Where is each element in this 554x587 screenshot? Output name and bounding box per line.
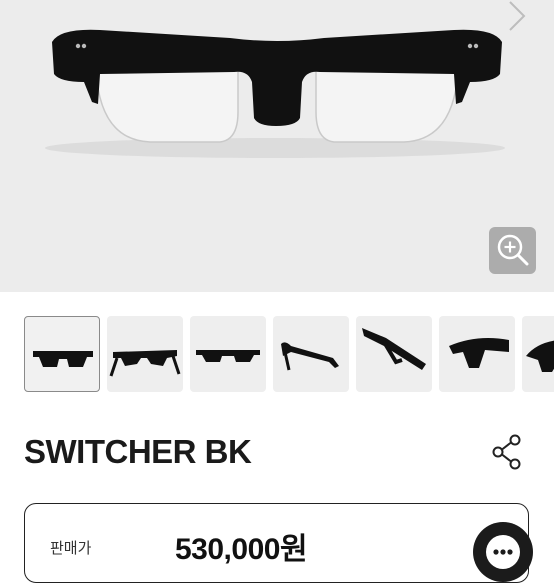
thumbnail-1[interactable] (24, 316, 100, 392)
zoom-in-icon (497, 234, 529, 266)
glasses-front-thumbnail (196, 350, 260, 362)
glasses-image (45, 29, 505, 158)
glasses-side-thumbnail (362, 328, 426, 370)
chat-icon (486, 535, 520, 569)
glasses-closeup-thumbnail (449, 338, 509, 368)
thumbnail-4[interactable] (273, 316, 349, 392)
product-main-image (0, 0, 554, 292)
share-icon (492, 434, 521, 470)
chevron-right-icon[interactable] (504, 0, 528, 34)
thumbnail-2[interactable] (107, 316, 183, 392)
zoom-button[interactable] (489, 227, 536, 274)
product-title: SWITCHER BK (24, 433, 252, 470)
price-value: 530,000원 (175, 533, 308, 566)
price-label: 판매가 (50, 540, 92, 557)
thumbnail-5[interactable] (356, 316, 432, 392)
glasses-front-thumbnail (33, 351, 93, 367)
chat-button[interactable] (473, 522, 533, 582)
glasses-side-thumbnail (281, 342, 339, 371)
glasses-angle-thumbnail (109, 350, 181, 377)
thumbnail-6[interactable] (439, 316, 515, 392)
glasses-closeup-thumbnail (526, 340, 554, 372)
thumbnail-3[interactable] (190, 316, 266, 392)
thumbnail-strip (24, 316, 554, 394)
price-box: 판매가 530,000원 (24, 503, 529, 583)
thumbnail-7[interactable] (522, 316, 554, 392)
share-button[interactable] (490, 433, 524, 471)
